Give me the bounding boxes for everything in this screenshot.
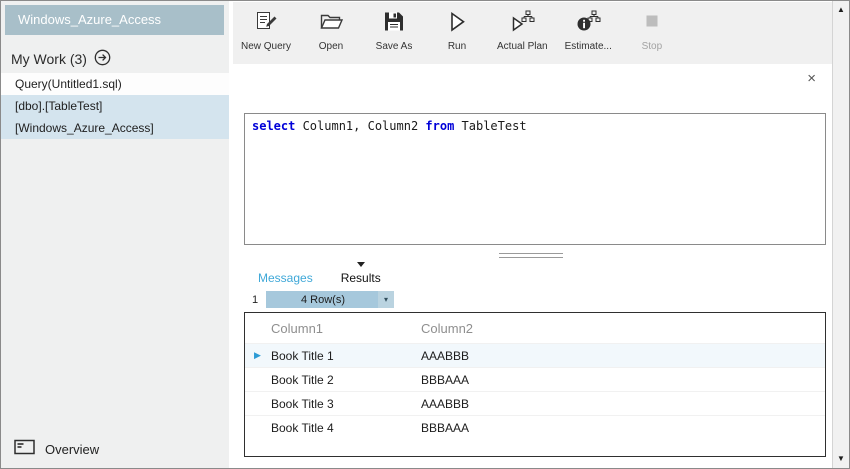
toolbar: New Query Open (233, 2, 832, 64)
row-count-dropdown[interactable]: 4 Row(s) ▾ (266, 291, 394, 308)
save-as-label: Save As (376, 41, 413, 52)
expand-arrow-icon[interactable] (94, 49, 111, 69)
my-work-header: My Work (3) (11, 49, 111, 69)
column-header-2[interactable]: Column2 (421, 321, 825, 336)
table-row[interactable]: Book Title 4 BBBAAA (245, 415, 825, 439)
cell-column1: Book Title 3 (271, 397, 421, 411)
table-row[interactable]: Book Title 2 BBBAAA (245, 367, 825, 391)
tab-results-label: Results (341, 271, 381, 285)
scroll-down-icon[interactable]: ▼ (833, 454, 849, 464)
tab-results[interactable]: Results (341, 271, 381, 285)
sidebar-item-query[interactable]: Query(Untitled1.sql) (1, 73, 229, 95)
cell-column2: BBBAAA (421, 421, 825, 435)
stop-icon (639, 9, 665, 40)
vertical-scrollbar[interactable]: ▲ ▼ (832, 1, 849, 468)
run-play-icon (444, 9, 470, 40)
active-tab-marker-icon (357, 262, 365, 267)
cell-column2: AAABBB (421, 349, 825, 363)
estimate-plan-button[interactable]: Estimate... (565, 7, 612, 52)
table-row[interactable]: Book Title 3 AAABBB (245, 391, 825, 415)
sidebar-item-database[interactable]: [Windows_Azure_Access] (1, 117, 229, 139)
sql-keyword-select: select (252, 119, 295, 133)
sql-query-text: select Column1, Column2 from TableTest (252, 119, 818, 133)
stop-label: Stop (642, 41, 663, 52)
actual-plan-icon (509, 9, 535, 40)
sql-editor[interactable]: select Column1, Column2 from TableTest (244, 113, 826, 245)
actual-plan-label: Actual Plan (497, 41, 548, 52)
open-label: Open (319, 41, 343, 52)
sql-columns-text: Column1, Column2 (295, 119, 425, 133)
new-query-icon (253, 9, 279, 40)
app-window: Windows_Azure_Access My Work (3) Query(U… (0, 0, 850, 469)
result-set-index: 1 (247, 294, 263, 306)
cell-column1: Book Title 1 (271, 349, 421, 363)
open-button[interactable]: Open (308, 7, 354, 52)
my-work-label: My Work (3) (11, 51, 87, 67)
results-table: Column1 Column2 ▶ Book Title 1 AAABBB Bo… (244, 312, 826, 457)
result-set-bar: 1 4 Row(s) ▾ (247, 291, 394, 308)
table-row[interactable]: ▶ Book Title 1 AAABBB (245, 343, 825, 367)
run-label: Run (448, 41, 466, 52)
new-query-button[interactable]: New Query (241, 7, 291, 52)
actual-plan-button[interactable]: Actual Plan (497, 7, 548, 52)
results-header-row: Column1 Column2 (245, 313, 825, 343)
sql-keyword-from: from (425, 119, 454, 133)
database-title-tile[interactable]: Windows_Azure_Access (5, 5, 224, 35)
sidebar-item-tabletest[interactable]: [dbo].[TableTest] (1, 95, 229, 117)
cell-column1: Book Title 2 (271, 373, 421, 387)
new-query-label: New Query (241, 41, 291, 52)
result-tabs: Messages Results (258, 267, 381, 285)
tab-messages[interactable]: Messages (258, 271, 313, 285)
save-as-button[interactable]: Save As (371, 7, 417, 52)
chevron-down-icon: ▾ (378, 291, 394, 308)
column-header-1[interactable]: Column1 (271, 321, 421, 336)
close-icon[interactable]: × (807, 71, 816, 86)
cell-column2: BBBAAA (421, 373, 825, 387)
cell-column1: Book Title 4 (271, 421, 421, 435)
splitter-handle[interactable] (499, 253, 563, 258)
save-icon (381, 9, 407, 40)
overview-icon (14, 439, 36, 459)
row-count-label: 4 Row(s) (301, 294, 345, 306)
stop-button[interactable]: Stop (629, 7, 675, 52)
cell-column2: AAABBB (421, 397, 825, 411)
sql-table-text: TableTest (454, 119, 526, 133)
estimate-label: Estimate... (565, 41, 612, 52)
run-button[interactable]: Run (434, 7, 480, 52)
overview-label: Overview (45, 442, 99, 457)
my-work-list: Query(Untitled1.sql) [dbo].[TableTest] [… (1, 73, 229, 139)
scroll-up-icon[interactable]: ▲ (833, 5, 849, 15)
open-folder-icon (318, 9, 344, 40)
main-area: New Query Open (229, 1, 832, 468)
sidebar: Windows_Azure_Access My Work (3) Query(U… (1, 1, 229, 468)
overview-button[interactable]: Overview (14, 439, 99, 459)
estimate-info-icon (575, 9, 601, 40)
current-row-marker-icon: ▶ (245, 351, 271, 360)
